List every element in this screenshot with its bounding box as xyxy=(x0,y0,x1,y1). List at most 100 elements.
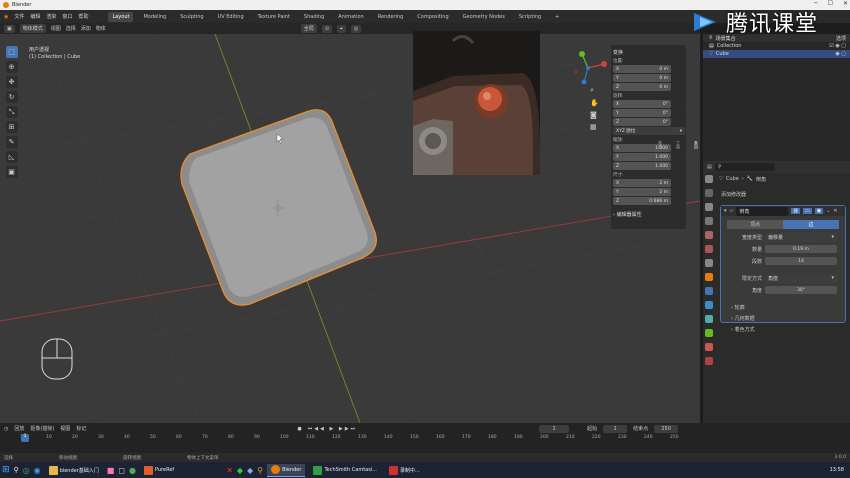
add-modifier-button[interactable]: 添加修改器 xyxy=(721,191,850,198)
rotation-z-field[interactable]: Z 0° xyxy=(613,118,671,126)
snap-icon[interactable]: ⌖ xyxy=(337,24,346,33)
pan-hand-icon[interactable]: ✋ xyxy=(590,99,599,107)
edge-icon[interactable]: ◉ xyxy=(34,466,41,475)
location-x-field[interactable]: X0 m xyxy=(613,65,671,73)
angle-field[interactable]: 30° xyxy=(765,286,837,294)
navigation-gizmo[interactable] xyxy=(570,48,610,88)
outliner-cube[interactable]: ▽ Cube ◉ ▢ xyxy=(703,50,850,58)
remove-modifier-icon[interactable]: ✕ xyxy=(833,208,837,214)
particles-tab-icon[interactable] xyxy=(705,301,713,309)
chrome-icon[interactable]: ◎ xyxy=(23,466,30,475)
collection-tab-icon[interactable] xyxy=(705,259,713,267)
modifier-tab-icon[interactable] xyxy=(705,287,713,295)
maximize-icon[interactable]: ☐ xyxy=(828,0,833,7)
tab-view[interactable]: 视图 xyxy=(657,141,663,149)
shading-subpanel[interactable]: › 着色方式 xyxy=(731,325,845,336)
proportional-icon[interactable]: ◎ xyxy=(350,24,362,33)
timeline-menu-view[interactable]: 视图 xyxy=(60,425,70,432)
scale-y-field[interactable]: Y 1.000 xyxy=(613,153,671,161)
object-menu[interactable]: 物体 xyxy=(96,25,106,32)
rotation-mode-select[interactable]: XYZ 欧拉 ▾ xyxy=(613,127,685,135)
dimensions-y-field[interactable]: Y2 m xyxy=(613,188,671,196)
select-menu[interactable]: 选择 xyxy=(66,25,76,32)
visibility-eye-icon[interactable]: ◉ ▢ xyxy=(835,51,846,57)
search-icon[interactable]: ⚲ xyxy=(14,466,19,474)
output-tab-icon[interactable] xyxy=(705,203,713,211)
properties-section-title[interactable]: › 编辑器属性 xyxy=(613,211,684,218)
physics-tab-icon[interactable] xyxy=(705,315,713,323)
amount-field[interactable]: 0.19 m xyxy=(765,245,837,253)
limit-method-select[interactable]: 角度 ▾ xyxy=(765,274,837,283)
close-icon[interactable]: ✕ xyxy=(843,0,848,7)
tool-tab-icon[interactable] xyxy=(705,175,713,183)
grid-icon[interactable]: ▦ xyxy=(590,123,599,131)
tab-geometry-nodes[interactable]: Geometry Nodes xyxy=(459,12,509,22)
app-icon[interactable]: ✕ xyxy=(226,466,233,475)
timeline-ruler[interactable]: 1102030405060708090100110120130140150160… xyxy=(20,434,685,444)
transform-section-title[interactable]: 变换 xyxy=(613,49,684,56)
taskbar-recording[interactable]: 录制中... xyxy=(385,464,424,477)
app-icon[interactable]: ⚲ xyxy=(257,466,263,475)
material-tab-icon[interactable] xyxy=(705,343,713,351)
add-cube-tool-icon[interactable]: ▣ xyxy=(5,166,18,178)
clock-icon[interactable]: ◷ xyxy=(4,426,8,432)
app-icon[interactable]: ● xyxy=(129,466,136,475)
render-toggle-icon[interactable]: ◉ xyxy=(814,208,824,214)
add-menu[interactable]: 添加 xyxy=(81,25,91,32)
properties-search-input[interactable]: ⚲ xyxy=(714,163,775,171)
edge-toggle-button[interactable]: 边 xyxy=(783,220,839,229)
texture-tab-icon[interactable] xyxy=(705,357,713,365)
measure-tool-icon[interactable]: ◺ xyxy=(5,151,18,163)
scale-tool-icon[interactable]: ⤡ xyxy=(5,106,18,118)
menu-window[interactable]: 窗口 xyxy=(62,13,72,20)
location-z-field[interactable]: Z0 m xyxy=(613,83,671,91)
width-type-select[interactable]: 偏移量 ▾ xyxy=(765,233,837,242)
rotate-tool-icon[interactable]: ↻ xyxy=(5,91,18,103)
wechat-icon[interactable]: ◆ xyxy=(237,466,243,475)
tab-sculpting[interactable]: Sculpting xyxy=(176,12,207,22)
view-layer-tab-icon[interactable] xyxy=(705,217,713,225)
viewport-toggle-icon[interactable]: ▭ xyxy=(803,208,812,214)
tab-layout[interactable]: Layout xyxy=(108,11,134,22)
profile-subpanel[interactable]: › 轮廓 xyxy=(731,303,845,314)
dimensions-x-field[interactable]: X2 m xyxy=(613,179,671,187)
taskbar-blender[interactable]: Blender xyxy=(267,463,306,477)
zoom-icon[interactable]: ⌕ xyxy=(590,86,599,95)
editor-type-button[interactable]: ▣ xyxy=(4,24,15,33)
start-frame-field[interactable]: 1 xyxy=(603,424,628,433)
taskbar-camtasia[interactable]: TechSmith Camtasi... xyxy=(309,464,381,477)
cursor-tool-icon[interactable]: ⊕ xyxy=(5,61,18,73)
tab-compositing[interactable]: Compositing xyxy=(413,12,452,22)
blender-menu-icon[interactable]: ◉ xyxy=(4,14,8,20)
menu-render[interactable]: 渲染 xyxy=(46,13,56,20)
annotate-tool-icon[interactable]: ✎ xyxy=(5,136,18,148)
record-icon[interactable]: ● xyxy=(297,426,301,432)
camera-icon[interactable]: ◙ xyxy=(590,111,599,119)
playback-controls[interactable]: ⏮◀◀ ▶ ▶▶⏭ xyxy=(308,426,357,432)
scale-z-field[interactable]: Z 1.000 xyxy=(613,162,671,170)
modifier-name-input[interactable]: 倒角 xyxy=(736,206,789,216)
add-workspace-button[interactable]: + xyxy=(551,12,563,22)
segments-field[interactable]: 14 xyxy=(765,257,837,265)
current-frame-field[interactable]: 1 xyxy=(539,424,570,433)
windows-start-icon[interactable]: ⊞ xyxy=(2,465,10,475)
playhead[interactable]: 1 xyxy=(21,434,29,442)
timeline-menu-playback[interactable]: 回放 xyxy=(14,425,24,432)
visibility-eye-icon[interactable]: ☑ ◉ ▢ xyxy=(829,43,846,49)
pivot-icon[interactable]: ⊙ xyxy=(321,24,333,33)
tab-shading[interactable]: Shading xyxy=(300,12,328,22)
rotation-x-field[interactable]: X 0° xyxy=(613,100,671,108)
orientation-select[interactable]: 全局 xyxy=(300,24,317,33)
rotation-y-field[interactable]: Y 0° xyxy=(613,109,671,117)
app-icon[interactable]: ◻ xyxy=(118,466,125,475)
taskbar-explorer[interactable]: blender基础入门 xyxy=(45,464,103,477)
editmode-toggle-icon[interactable]: ▥ xyxy=(791,208,801,214)
tab-texture-paint[interactable]: Texture Paint xyxy=(254,12,294,22)
object-tab-icon[interactable] xyxy=(705,273,713,281)
app-icon[interactable]: ◆ xyxy=(247,466,253,475)
location-y-field[interactable]: Y0 m xyxy=(613,74,671,82)
view-menu[interactable]: 视图 xyxy=(51,25,61,32)
scene-tab-icon[interactable] xyxy=(705,231,713,239)
timeline-menu-keying[interactable]: 抠像(插帧) xyxy=(30,425,54,432)
dimensions-z-field[interactable]: Z 0.686 m xyxy=(613,197,671,205)
